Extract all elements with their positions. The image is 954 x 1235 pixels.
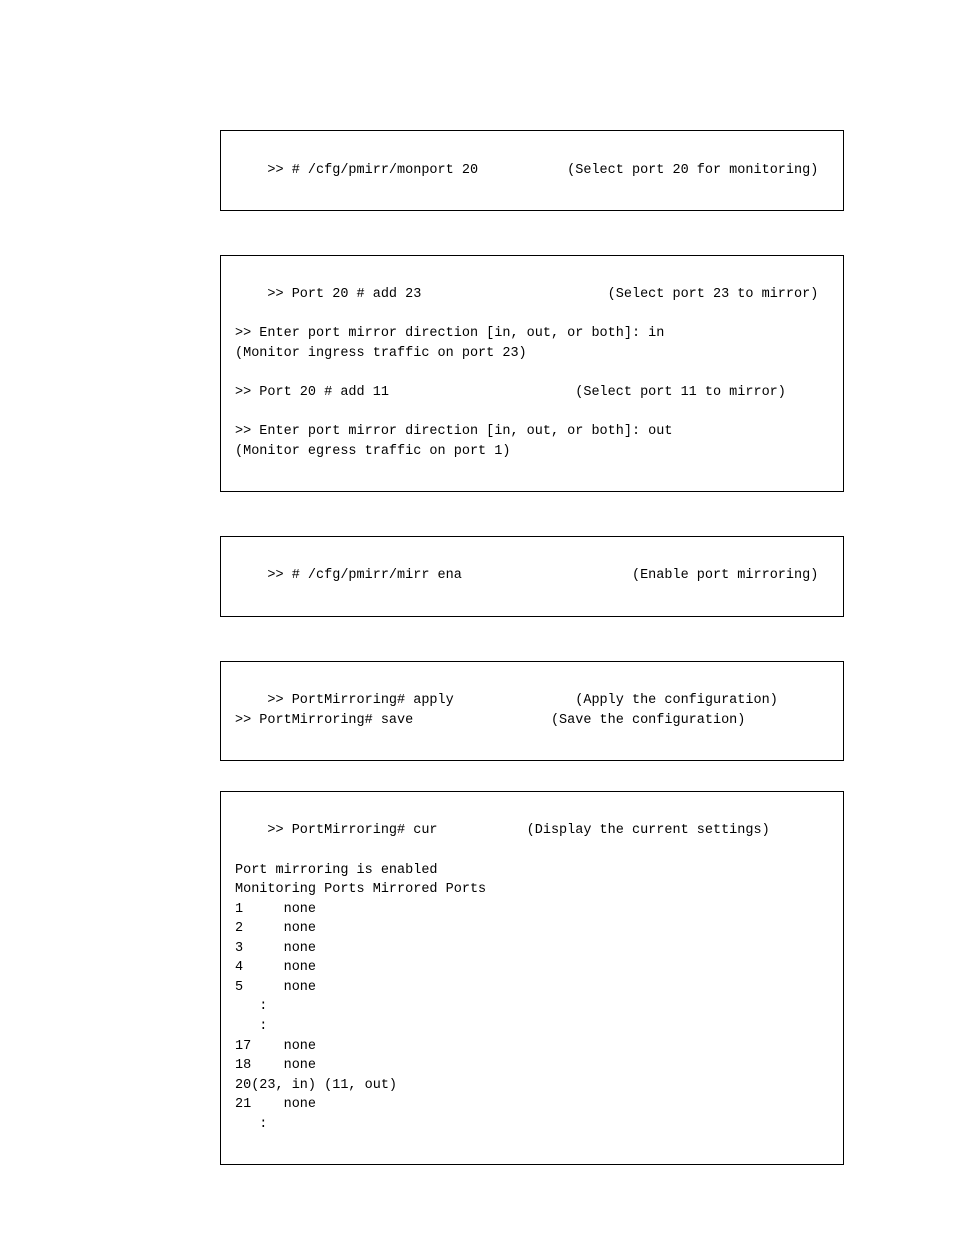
code-block-current-settings: >> PortMirroring# cur (Display the curre… [220,791,844,1165]
code-text: >> # /cfg/pmirr/mirr ena (Enable port mi… [267,568,818,583]
document-page: >> # /cfg/pmirr/monport 20 (Select port … [0,0,954,1235]
code-block-select-monport: >> # /cfg/pmirr/monport 20 (Select port … [220,130,844,211]
code-text: >> PortMirroring# cur (Display the curre… [235,823,770,1131]
code-text: >> Port 20 # add 23 (Select port 23 to m… [235,287,818,459]
code-block-add-mirror-ports: >> Port 20 # add 23 (Select port 23 to m… [220,255,844,492]
code-text: >> PortMirroring# apply (Apply the confi… [235,693,778,728]
code-text: >> # /cfg/pmirr/monport 20 (Select port … [267,163,818,178]
code-block-enable-mirroring: >> # /cfg/pmirr/mirr ena (Enable port mi… [220,536,844,617]
code-block-apply-save: >> PortMirroring# apply (Apply the confi… [220,661,844,761]
